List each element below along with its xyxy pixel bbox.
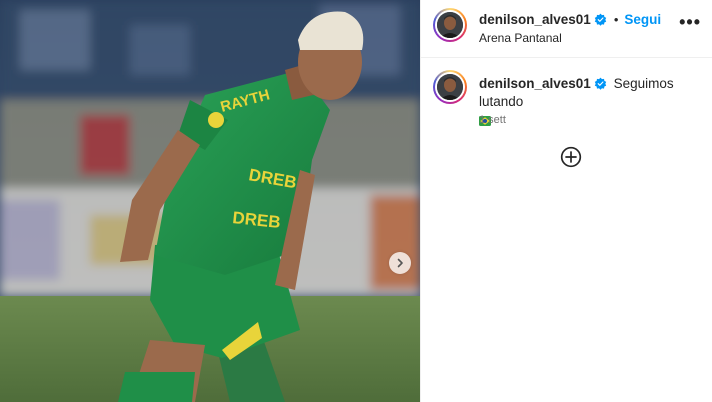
plus-circle-icon xyxy=(560,146,582,168)
more-options-button[interactable]: ••• xyxy=(679,13,701,31)
carousel-next-button[interactable] xyxy=(389,252,411,274)
post-photo: RAYTH DREB DREB xyxy=(0,0,420,402)
caption-comment: denilson_alves01 Seguimos lutando 1 sett xyxy=(421,58,712,148)
avatar-photo xyxy=(437,74,463,100)
post-side-panel: denilson_alves01 • Segui Arena Pantanal … xyxy=(420,0,712,402)
post-header: denilson_alves01 • Segui Arena Pantanal … xyxy=(421,0,712,58)
more-horizontal-icon: ••• xyxy=(679,12,701,32)
avatar-photo xyxy=(437,12,463,38)
load-more-comments-button[interactable] xyxy=(560,146,582,168)
caption-avatar[interactable] xyxy=(433,70,467,104)
author-username[interactable]: denilson_alves01 xyxy=(479,12,591,27)
follow-button[interactable]: Segui xyxy=(624,12,661,27)
post-location[interactable]: Arena Pantanal xyxy=(479,31,562,45)
instagram-post: RAYTH DREB DREB denilson_alves01 • Segui… xyxy=(0,0,712,402)
author-avatar[interactable] xyxy=(433,8,467,42)
verified-badge-icon xyxy=(594,77,607,90)
caption-username[interactable]: denilson_alves01 xyxy=(479,76,591,91)
caption-body: denilson_alves01 Seguimos lutando xyxy=(479,75,709,131)
verified-badge-icon xyxy=(594,13,607,26)
separator-dot: • xyxy=(613,12,619,27)
chevron-right-icon xyxy=(397,258,403,268)
post-timestamp[interactable]: 1 sett xyxy=(479,114,506,126)
post-media[interactable]: RAYTH DREB DREB xyxy=(0,0,420,402)
